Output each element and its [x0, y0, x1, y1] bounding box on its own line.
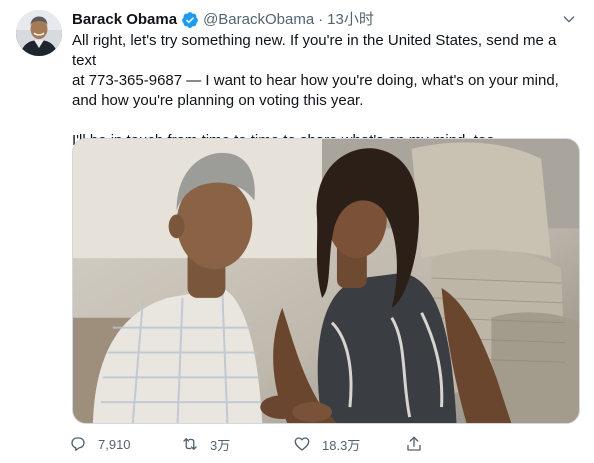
tweet-card[interactable]: Barack Obama @BarackObama · 13小时 All rig… — [0, 0, 594, 463]
verified-badge-icon — [181, 11, 199, 29]
tweet-header: Barack Obama @BarackObama · 13小时 — [72, 10, 554, 30]
author-avatar[interactable] — [16, 10, 62, 56]
tweet-text-line: and how you're planning on voting this y… — [72, 92, 364, 109]
chevron-down-icon — [563, 16, 575, 23]
tweet-text-line: All right, let's try something new. If y… — [72, 32, 557, 69]
author-handle[interactable]: @BarackObama — [203, 10, 314, 30]
header-separator: · — [318, 11, 324, 28]
tweet-actions: 7,910 3万 18.3万 — [64, 430, 564, 458]
reply-button[interactable]: 7,910 — [64, 430, 176, 458]
share-icon — [400, 430, 428, 458]
author-name[interactable]: Barack Obama — [72, 10, 177, 30]
reply-icon — [64, 430, 92, 458]
retweet-count: 3万 — [210, 437, 231, 453]
more-options-button[interactable] — [558, 8, 580, 30]
reply-count: 7,910 — [98, 436, 131, 452]
tweet-timestamp[interactable]: 13小时 — [327, 10, 374, 30]
tweet-photo[interactable] — [72, 138, 580, 424]
photo-image — [73, 139, 579, 423]
avatar-photo-icon — [16, 10, 62, 56]
retweet-icon — [176, 430, 204, 458]
share-button[interactable] — [400, 430, 512, 458]
tweet-text: All right, let's try something new. If y… — [72, 31, 580, 151]
like-button[interactable]: 18.3万 — [288, 430, 400, 458]
retweet-button[interactable]: 3万 — [176, 430, 288, 458]
heart-icon — [288, 430, 316, 458]
like-count: 18.3万 — [322, 437, 361, 453]
tweet-text-line: at 773-365-9687 — I want to hear how you… — [72, 72, 559, 89]
